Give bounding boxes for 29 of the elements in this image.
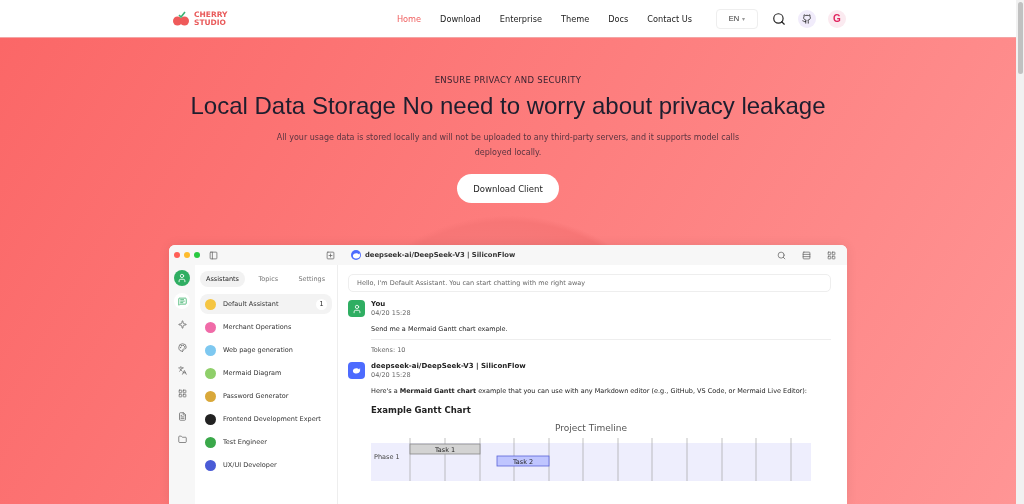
nav-link[interactable]: Download bbox=[440, 13, 481, 24]
scrollbar-thumb[interactable] bbox=[1017, 2, 1023, 74]
grid-icon[interactable] bbox=[827, 250, 836, 260]
new-topic-icon[interactable] bbox=[326, 250, 335, 260]
hero-kicker: ENSURE PRIVACY AND SECURITY bbox=[434, 75, 582, 85]
github-button[interactable] bbox=[798, 9, 816, 28]
profile-button[interactable]: G bbox=[828, 9, 846, 28]
close-icon[interactable] bbox=[174, 252, 180, 258]
user-avatar[interactable] bbox=[174, 270, 190, 286]
chat-icon[interactable] bbox=[174, 293, 190, 309]
hero-text: All your usage data is stored locally and will not be uploaded to any third-party servers, and it supports model calls deployed locally. bbox=[275, 132, 741, 159]
message-heading: Example Gantt Chart bbox=[371, 405, 472, 415]
nav-link[interactable]: Contact Us bbox=[647, 13, 692, 24]
model-avatar bbox=[351, 250, 361, 260]
minimize-icon[interactable] bbox=[184, 252, 190, 258]
cherry-logo-icon bbox=[172, 10, 190, 27]
model-avatar bbox=[348, 362, 365, 379]
user-avatar bbox=[348, 300, 365, 317]
layout-icon[interactable] bbox=[802, 250, 811, 260]
nav-link[interactable]: Enterprise bbox=[499, 13, 542, 24]
search-icon[interactable] bbox=[772, 11, 786, 26]
nav-link[interactable]: Docs bbox=[608, 13, 629, 24]
download-button[interactable]: Download Client bbox=[457, 174, 559, 203]
nav-link[interactable]: Theme bbox=[560, 13, 590, 24]
chart-title: Project Timeline bbox=[555, 423, 627, 433]
hero-title: Local Data Storage No need to worry about privacy leakage bbox=[190, 92, 826, 120]
github-icon bbox=[802, 13, 812, 24]
sidebar-toggle-icon[interactable] bbox=[209, 250, 218, 260]
maximize-icon[interactable] bbox=[194, 252, 200, 258]
